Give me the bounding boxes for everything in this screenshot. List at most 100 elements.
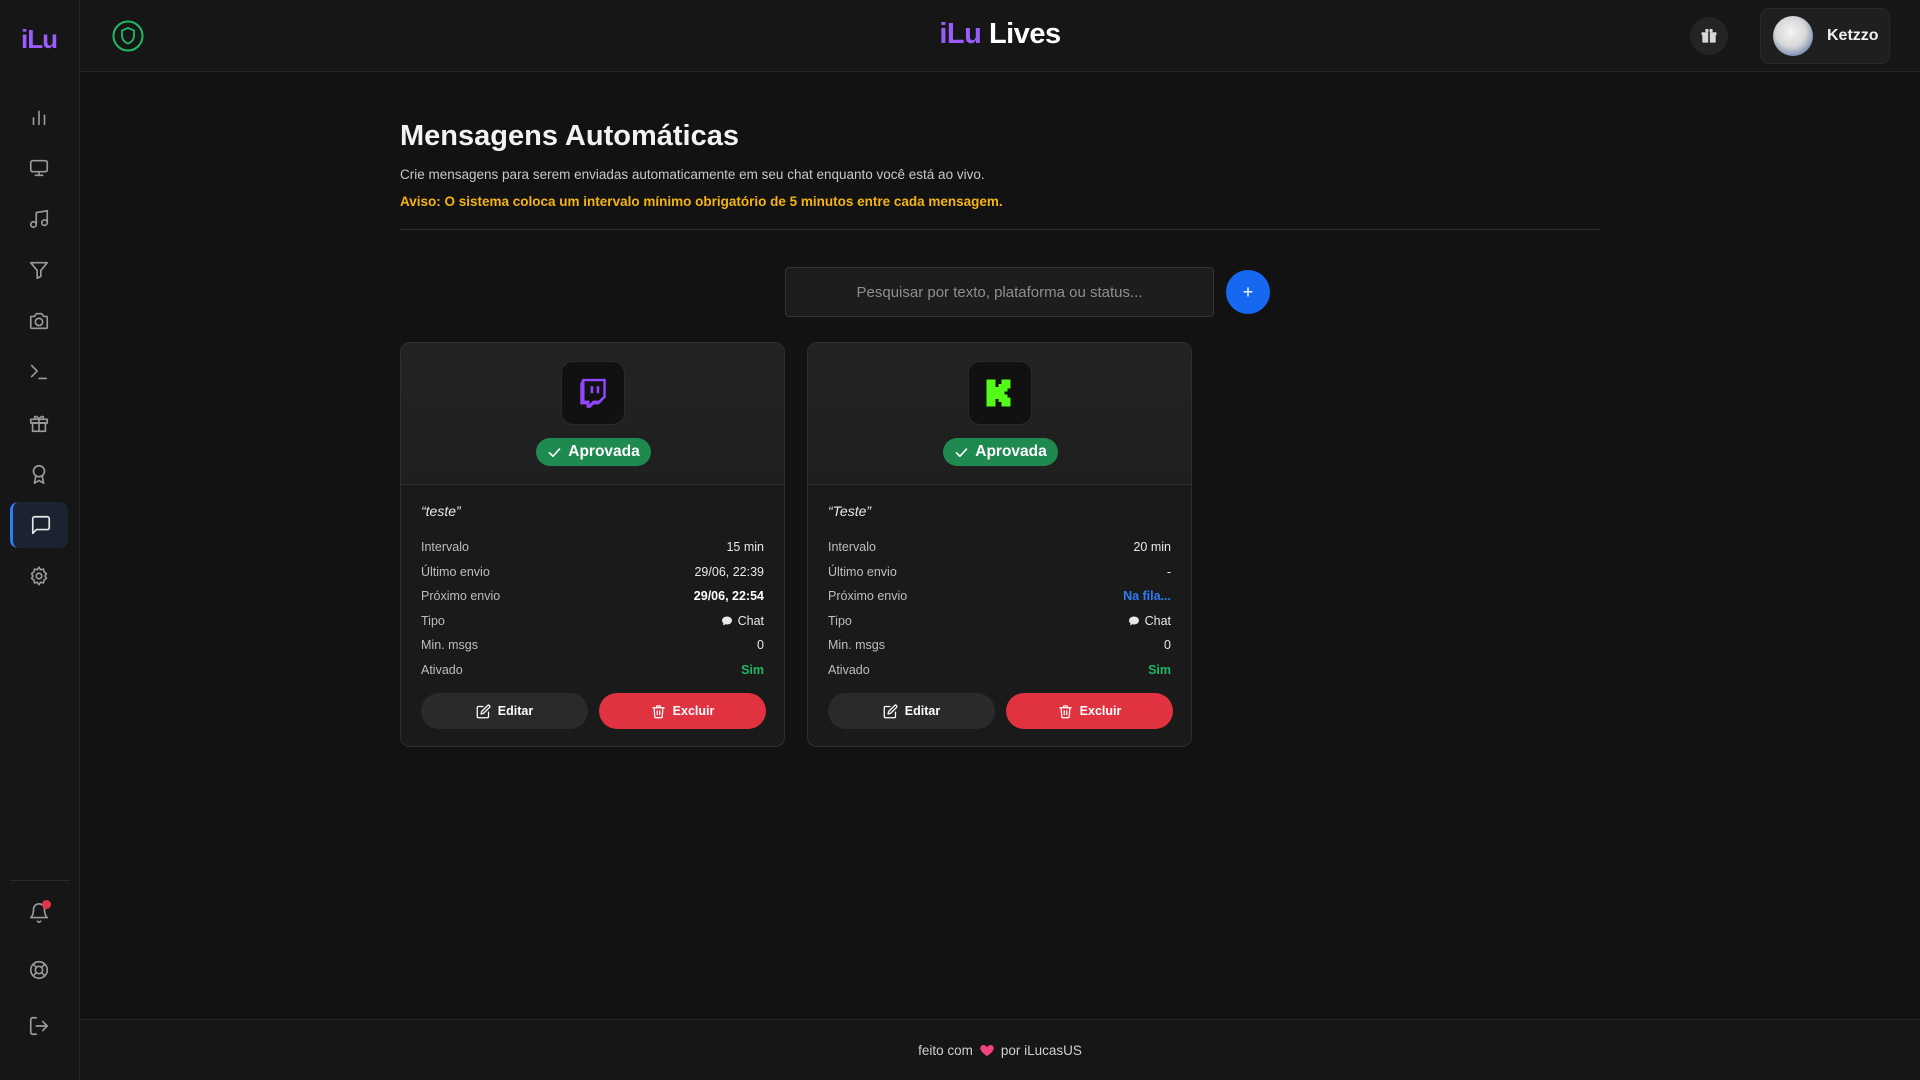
edit-icon (476, 704, 491, 718)
detail-label: Próximo envio (828, 589, 908, 604)
twitch-icon (580, 378, 606, 408)
main-content: Mensagens Automáticas Crie mensagens par… (400, 120, 1600, 230)
detail-label: Intervalo (421, 540, 469, 555)
gift-button[interactable] (1690, 17, 1728, 55)
detail-row-last-sent: Último envio 29/06, 22:39 (421, 560, 764, 585)
camera-icon (29, 312, 49, 330)
message-text: “Teste” (828, 503, 872, 519)
detail-value-type: Chat (721, 614, 764, 628)
user-menu-button[interactable]: Ketzzo (1760, 8, 1890, 64)
gift-box-icon (1701, 28, 1717, 43)
sidebar-item-commands[interactable] (10, 349, 68, 395)
detail-label: Tipo (421, 613, 445, 628)
sidebar-logo[interactable]: iLu (21, 24, 58, 55)
detail-row-enabled: Ativado Sim (421, 658, 764, 683)
page-title: Mensagens Automáticas (400, 120, 739, 152)
sidebar-item-rewards[interactable] (10, 451, 68, 497)
bar-chart-icon (32, 110, 46, 126)
detail-row-interval: Intervalo 20 min (828, 535, 1171, 560)
sidebar-item-music[interactable] (10, 196, 68, 242)
brand-ilu: iLu (939, 18, 982, 50)
sidebar-item-settings[interactable] (10, 553, 68, 599)
detail-label: Min. msgs (828, 638, 885, 653)
sidebar-item-overlays[interactable] (10, 145, 68, 191)
detail-row-enabled: Ativado Sim (828, 658, 1171, 683)
sidebar-item-auto-messages[interactable] (10, 502, 68, 548)
detail-label: Último envio (828, 564, 897, 579)
sidebar-item-gifts[interactable] (10, 400, 68, 446)
page-subtitle: Crie mensagens para serem enviadas autom… (400, 167, 985, 182)
type-label: Chat (737, 613, 764, 628)
detail-value: 20 min (1133, 540, 1171, 555)
detail-row-type: Tipo Chat (421, 609, 764, 634)
detail-row-last-sent: Último envio - (828, 560, 1171, 585)
kick-icon (986, 379, 1011, 407)
sidebar-item-logout[interactable] (10, 1003, 68, 1049)
edit-label: Editar (904, 704, 941, 718)
sidebar-item-camera[interactable] (10, 298, 68, 344)
logout-icon (29, 1016, 49, 1036)
detail-row-interval: Intervalo 15 min (421, 535, 764, 560)
footer: feito com por iLucasUS (80, 1019, 1920, 1080)
detail-value: 29/06, 22:39 (694, 564, 764, 579)
lifebuoy-icon (29, 960, 49, 980)
detail-label: Próximo envio (421, 589, 501, 604)
monitor-icon (29, 159, 49, 177)
notification-dot (42, 900, 51, 909)
detail-value: 0 (1164, 638, 1171, 653)
detail-value: Sim (741, 662, 764, 677)
chat-bubble-icon (1128, 616, 1139, 626)
heart-icon (980, 1045, 994, 1056)
brand-logo[interactable]: iLu Lives (80, 18, 1920, 51)
status-label: Aprovada (975, 443, 1047, 460)
add-message-button[interactable]: + (1226, 270, 1270, 314)
details-list: Intervalo 15 min Último envio 29/06, 22:… (421, 535, 764, 682)
page-warning: Aviso: O sistema coloca um intervalo mín… (400, 194, 1003, 209)
brand-lives: Lives (988, 18, 1061, 50)
card-header: Aprovada (808, 343, 1191, 485)
detail-label: Ativado (828, 662, 870, 677)
sidebar-item-support[interactable] (10, 947, 68, 993)
footer-suffix[interactable]: por iLucasUS (1001, 1043, 1082, 1058)
edit-icon (883, 704, 898, 718)
status-badge: Aprovada (536, 438, 651, 466)
detail-value-type: Chat (1128, 614, 1171, 628)
details-list: Intervalo 20 min Último envio - Próximo … (828, 535, 1171, 682)
delete-button[interactable]: Excluir (1006, 693, 1173, 729)
filter-icon (29, 261, 49, 280)
detail-value: 15 min (726, 540, 764, 555)
section-divider (400, 229, 1600, 230)
gift-icon (29, 415, 49, 433)
edit-button[interactable]: Editar (828, 693, 995, 729)
detail-value: Na fila... (1123, 589, 1171, 604)
detail-label: Min. msgs (421, 638, 478, 653)
sidebar: iLu (0, 0, 80, 1080)
chat-bubble-icon (721, 616, 732, 626)
trash-icon (1058, 704, 1072, 718)
platform-icon-box (561, 361, 625, 425)
sidebar-divider (10, 880, 70, 881)
message-text: “teste” (421, 503, 461, 519)
status-label: Aprovada (568, 443, 640, 460)
edit-button[interactable]: Editar (421, 693, 588, 729)
footer-prefix: feito com (918, 1042, 973, 1058)
detail-row-next-send: Próximo envio Na fila... (828, 584, 1171, 609)
check-icon (548, 447, 561, 457)
platform-icon-box (968, 361, 1032, 425)
message-square-icon (31, 515, 50, 535)
avatar (1773, 16, 1813, 56)
detail-value: 29/06, 22:54 (693, 589, 764, 604)
sidebar-item-dashboard[interactable] (10, 94, 68, 140)
search-input[interactable] (785, 267, 1214, 317)
edit-label: Editar (497, 704, 534, 718)
status-badge: Aprovada (943, 438, 1058, 466)
music-note-icon (29, 209, 49, 229)
detail-row-next-send: Próximo envio 29/06, 22:54 (421, 584, 764, 609)
sidebar-item-filters[interactable] (10, 247, 68, 293)
sidebar-item-notifications[interactable] (10, 890, 68, 936)
detail-row-type: Tipo Chat (828, 609, 1171, 634)
detail-label: Intervalo (828, 540, 876, 555)
message-card: Aprovada “teste” Intervalo 15 min Último… (400, 342, 785, 747)
delete-button[interactable]: Excluir (599, 693, 766, 729)
award-icon (32, 464, 46, 484)
